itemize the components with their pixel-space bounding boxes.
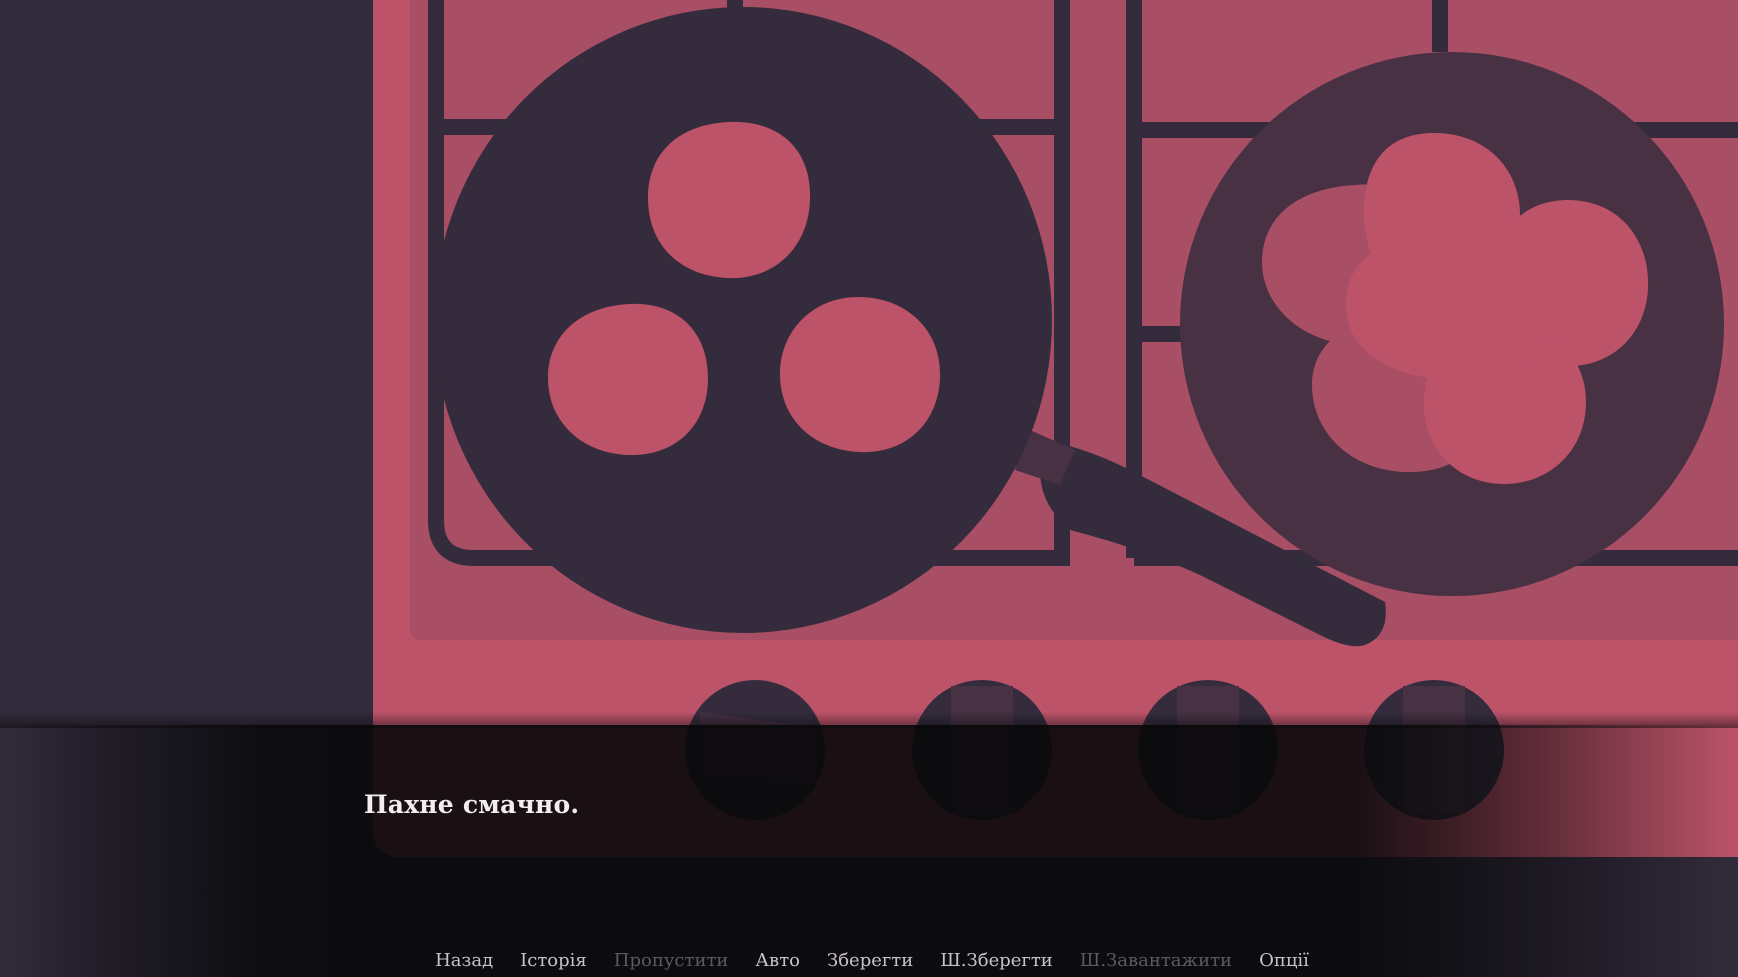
dialogue-text: Пахне смачно.	[364, 790, 580, 819]
quick-menu-auto[interactable]: Авто	[755, 950, 800, 971]
quick-menu-options[interactable]: Опції	[1259, 950, 1309, 971]
stove-scene	[0, 0, 1738, 977]
quick-menu-skip[interactable]: Пропустити	[614, 950, 729, 971]
quick-menu-back[interactable]: Назад	[435, 950, 493, 971]
quick-menu-history[interactable]: Історія	[520, 950, 587, 971]
quick-menu-save[interactable]: Зберегти	[827, 950, 913, 971]
quick-menu-quick-save[interactable]: Ш.Зберегти	[940, 950, 1053, 971]
quick-menu-quick-load[interactable]: Ш.Завантажити	[1080, 950, 1232, 971]
left-pan	[434, 7, 1052, 633]
quick-menu: Назад Історія Пропустити Авто Зберегти Ш…	[6, 950, 1738, 971]
